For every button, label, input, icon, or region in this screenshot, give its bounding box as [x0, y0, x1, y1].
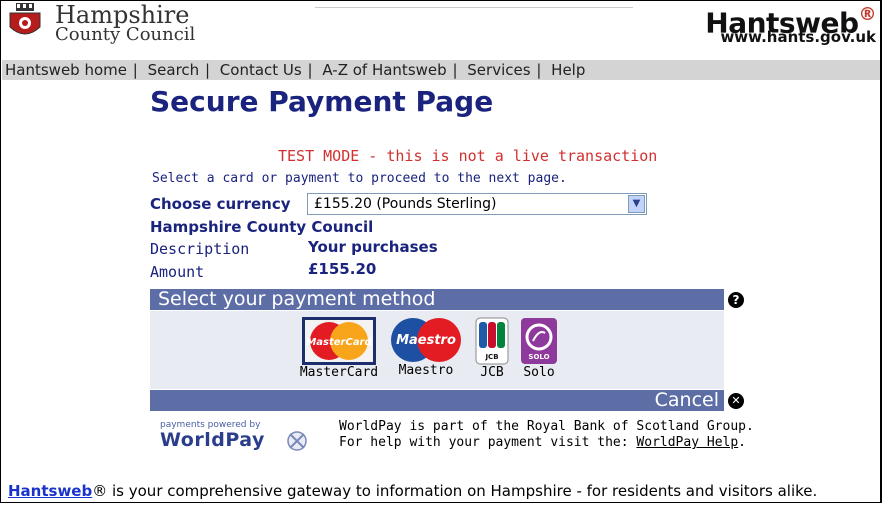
- description-value: Your purchases: [308, 238, 438, 256]
- solo-logo-text: SOLO: [528, 353, 549, 361]
- worldpay-info: WorldPay is part of the Royal Bank of Sc…: [339, 419, 754, 451]
- test-mode-notice: TEST MODE - this is not a live transacti…: [278, 147, 658, 165]
- nav-item-contact[interactable]: Contact Us: [220, 61, 302, 79]
- mastercard-option[interactable]: MasterCard MasterCard: [298, 317, 380, 380]
- worldpay-brand: WorldPay: [160, 429, 265, 451]
- nav-item-search[interactable]: Search: [148, 61, 200, 79]
- nav-item-a-z[interactable]: A-Z of Hantsweb: [322, 61, 446, 79]
- nav-separator: |: [536, 61, 542, 79]
- close-icon[interactable]: ✕: [728, 393, 744, 409]
- nav-separator: |: [307, 61, 313, 79]
- nav-item-services[interactable]: Services: [467, 61, 530, 79]
- solo-logo-icon: SOLO: [521, 318, 557, 364]
- solo-label: Solo: [523, 365, 555, 380]
- registered-mark: ®: [858, 4, 877, 25]
- worldpay-line-2-suffix: .: [738, 435, 746, 450]
- nav-separator: |: [452, 61, 458, 79]
- nav-separator: |: [132, 61, 138, 79]
- council-subtitle: County Council: [55, 24, 196, 45]
- jcb-label: JCB: [480, 365, 504, 380]
- jcb-logo-text: JCB: [484, 353, 498, 361]
- mastercard-label: MasterCard: [299, 365, 379, 380]
- payment-method-header: Select your payment method: [150, 289, 724, 310]
- amount-value: £155.20: [308, 260, 377, 278]
- nav-separator: |: [204, 61, 211, 79]
- nav-item-help[interactable]: Help: [551, 61, 585, 79]
- header-divider: [315, 7, 633, 8]
- merchant-name: Hampshire County Council: [150, 218, 374, 236]
- worldpay-line-2-prefix: For help with your payment visit the:: [339, 435, 637, 450]
- worldpay-line-1: WorldPay is part of the Royal Bank of Sc…: [339, 419, 754, 434]
- cancel-button[interactable]: Cancel: [150, 390, 724, 411]
- hantsweb-footer-link[interactable]: Hantsweb: [8, 482, 92, 500]
- site-url: www.hants.gov.uk: [720, 28, 876, 46]
- payment-methods-panel: MasterCard MasterCard Maestro Maestro JC…: [150, 311, 724, 389]
- currency-label: Choose currency: [150, 195, 291, 213]
- description-label: Description: [150, 240, 250, 258]
- maestro-option[interactable]: Maestro Maestro: [386, 317, 466, 378]
- instruction-text: Select a card or payment to proceed to t…: [152, 171, 567, 186]
- maestro-logo-icon: Maestro: [391, 318, 461, 362]
- worldpay-globe-icon: [287, 431, 307, 451]
- nav-item-home[interactable]: Hantsweb home: [5, 61, 127, 79]
- top-navigation: Hantsweb home | Search | Contact Us | A-…: [2, 60, 880, 80]
- worldpay-line-2: For help with your payment visit the: Wo…: [339, 435, 754, 451]
- mastercard-logo-text: MasterCard: [306, 337, 372, 348]
- worldpay-logo[interactable]: payments powered by WorldPay: [158, 418, 318, 454]
- chevron-down-icon[interactable]: ▼: [628, 195, 645, 213]
- jcb-logo-icon: JCB: [475, 317, 509, 365]
- currency-select[interactable]: £155.20 (Pounds Sterling) ▼: [307, 193, 647, 215]
- help-icon[interactable]: ?: [728, 292, 744, 308]
- council-crest-icon: [9, 3, 41, 35]
- worldpay-help-link[interactable]: WorldPay Help: [636, 435, 738, 450]
- footer-description: ® is your comprehensive gateway to infor…: [92, 482, 818, 500]
- jcb-option[interactable]: JCB JCB: [474, 317, 510, 380]
- page-title: Secure Payment Page: [150, 85, 494, 118]
- currency-selected-value: £155.20 (Pounds Sterling): [314, 196, 497, 212]
- maestro-logo-text: Maestro: [396, 333, 456, 348]
- solo-option[interactable]: SOLO Solo: [518, 317, 560, 380]
- amount-label: Amount: [150, 263, 205, 281]
- mastercard-logo-icon: MasterCard: [302, 317, 376, 365]
- maestro-label: Maestro: [398, 363, 454, 378]
- footer-text: Hantsweb® is your comprehensive gateway …: [8, 482, 817, 500]
